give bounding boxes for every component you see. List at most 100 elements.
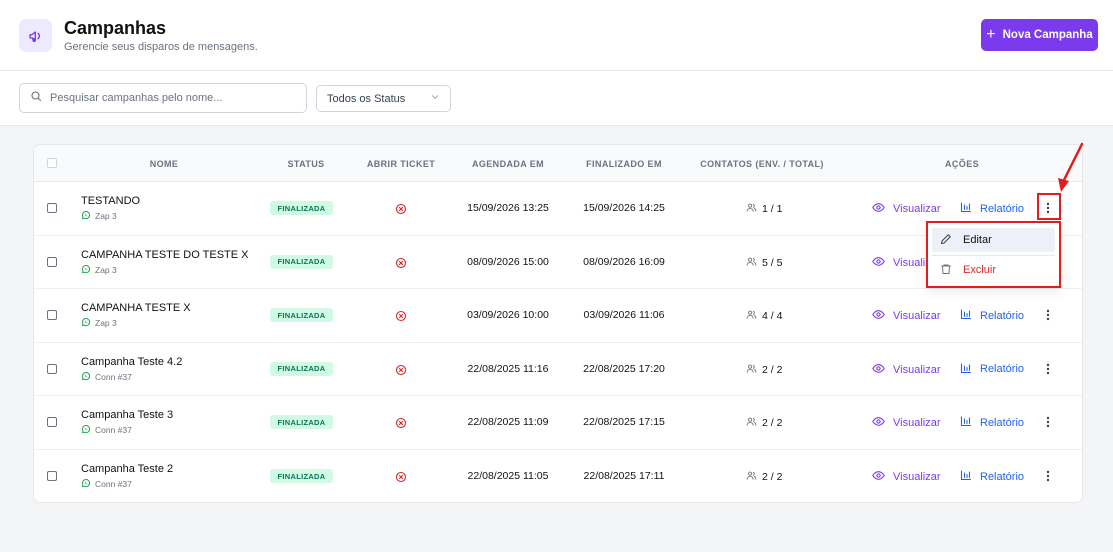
status-badge: FINALIZADA: [270, 201, 333, 215]
finished-date: 22/08/2025 17:11: [583, 470, 665, 482]
scheduled-date: 22/08/2025 11:05: [467, 470, 549, 482]
contacts-count: 4 / 4: [746, 309, 782, 323]
campaign-connection: Conn #37: [81, 478, 132, 490]
annotation-highlight-box: [1037, 193, 1061, 220]
users-icon: [746, 309, 757, 323]
column-header-scheduled: AGENDADA EM: [471, 159, 545, 169]
chevron-down-icon: [430, 92, 440, 105]
contacts-count: 2 / 2: [746, 470, 782, 484]
row-checkbox[interactable]: [47, 203, 57, 213]
campaigns-table: NOME STATUS ABRIR TICKET AGENDADA EM FIN…: [33, 144, 1083, 503]
view-label: Visualizar: [893, 471, 941, 483]
menu-item-delete[interactable]: Excluir: [932, 258, 1055, 282]
bar-chart-icon: [960, 469, 972, 484]
view-button[interactable]: Visualizar: [872, 362, 941, 378]
contacts-count: 2 / 2: [746, 363, 782, 377]
report-button[interactable]: Relatório: [960, 308, 1024, 323]
users-icon: [746, 202, 757, 216]
contacts-count: 2 / 2: [746, 416, 782, 430]
dots-vertical-icon[interactable]: [1042, 361, 1054, 377]
report-label: Relatório: [980, 363, 1025, 376]
dots-vertical-icon[interactable]: [1042, 307, 1054, 323]
eye-icon: [872, 255, 885, 271]
users-icon: [746, 363, 757, 377]
contacts-value: 2 / 2: [762, 471, 783, 483]
campaign-connection: Conn #37: [81, 424, 132, 436]
status-badge: FINALIZADA: [270, 254, 333, 269]
table-header: NOME STATUS ABRIR TICKET AGENDADA EM FIN…: [34, 145, 1082, 182]
table-row: Campanha Teste 2 Conn #37 FINALIZADA 22/…: [34, 450, 1082, 504]
row-actions-menu: Editar Excluir: [926, 221, 1061, 288]
x-circle-icon: [395, 202, 407, 220]
status-badge: FINALIZADA: [270, 415, 333, 430]
row-checkbox[interactable]: [47, 471, 57, 481]
scheduled-date: 15/09/2026 13:25: [467, 202, 549, 214]
eye-icon: [872, 201, 885, 217]
table-row: CAMPANHA TESTE DO TESTE X Zap 3 FINALIZA…: [34, 236, 1082, 290]
finished-date: 15/09/2026 14:25: [583, 202, 665, 214]
campaign-connection: Zap 3: [81, 210, 117, 222]
users-icon: [746, 470, 757, 484]
megaphone-icon: [19, 19, 52, 52]
x-circle-icon: [395, 363, 407, 381]
finished-date: 22/08/2025 17:20: [583, 362, 665, 375]
report-label: Relatório: [980, 416, 1025, 429]
users-icon: [746, 416, 757, 430]
new-campaign-button[interactable]: + Nova Campanha: [981, 19, 1098, 51]
report-button[interactable]: Relatório: [960, 362, 1024, 377]
view-button[interactable]: Visualizar: [872, 308, 941, 324]
row-checkbox[interactable]: [47, 363, 57, 374]
campaign-name: Campanha Teste 4.2: [81, 355, 183, 368]
column-header-name: NOME: [149, 159, 179, 169]
menu-divider: [932, 255, 1055, 256]
pencil-icon: [940, 233, 952, 248]
view-button[interactable]: Visualizar: [872, 201, 941, 217]
campaign-name: CAMPANHA TESTE X: [81, 302, 191, 315]
whatsapp-icon: [81, 371, 91, 383]
campaign-connection: Conn #37: [81, 371, 132, 383]
view-button[interactable]: Visualizar: [872, 415, 941, 431]
status-filter-value: Todos os Status: [327, 92, 406, 105]
whatsapp-icon: [81, 478, 91, 490]
status-badge: FINALIZADA: [270, 361, 333, 376]
campaign-name: TESTANDO: [81, 195, 141, 207]
page-subtitle: Gerencie seus disparos de mensagens.: [64, 41, 258, 53]
finished-date: 22/08/2025 17:15: [583, 416, 665, 429]
report-button[interactable]: Relatório: [960, 469, 1024, 484]
connection-label: Conn #37: [95, 371, 132, 382]
select-all-checkbox[interactable]: [47, 158, 57, 168]
trash-icon: [940, 263, 952, 278]
dots-vertical-icon[interactable]: [1042, 414, 1054, 430]
connection-label: Conn #37: [95, 425, 132, 436]
campaign-name: Campanha Teste 3: [81, 409, 174, 422]
contacts-count: 5 / 5: [746, 256, 782, 270]
report-button[interactable]: Relatório: [960, 201, 1024, 216]
status-badge: FINALIZADA: [270, 469, 333, 483]
status-badge: FINALIZADA: [270, 308, 333, 323]
report-button[interactable]: Relatório: [960, 415, 1024, 430]
column-header-finished: FINALIZADO EM: [586, 159, 662, 169]
dots-vertical-icon[interactable]: [1042, 468, 1054, 484]
contacts-value: 2 / 2: [762, 363, 783, 376]
row-checkbox[interactable]: [47, 310, 57, 321]
status-filter-select[interactable]: Todos os Status: [316, 85, 451, 112]
column-header-status: STATUS: [287, 159, 325, 169]
scheduled-date: 22/08/2025 11:09: [467, 416, 549, 429]
finished-date: 08/09/2026 16:09: [583, 255, 665, 268]
menu-item-edit[interactable]: Editar: [932, 228, 1055, 252]
search-box[interactable]: [19, 83, 307, 113]
campaign-name: Campanha Teste 2: [81, 463, 174, 475]
report-label: Relatório: [980, 309, 1025, 322]
row-checkbox[interactable]: [47, 417, 57, 428]
view-label: Visualizar: [893, 203, 941, 215]
menu-delete-label: Excluir: [963, 264, 997, 276]
x-circle-icon: [395, 470, 407, 488]
view-button[interactable]: Visualizar: [872, 469, 941, 485]
plus-icon: +: [986, 26, 996, 43]
table-row: Campanha Teste 4.2 Conn #37 FINALIZADA 2…: [34, 343, 1082, 397]
page-header: Campanhas Gerencie seus disparos de mens…: [0, 0, 1113, 71]
search-input[interactable]: [50, 92, 290, 104]
eye-icon: [872, 469, 885, 485]
row-checkbox[interactable]: [47, 256, 57, 267]
view-label: Visualizar: [893, 417, 941, 430]
